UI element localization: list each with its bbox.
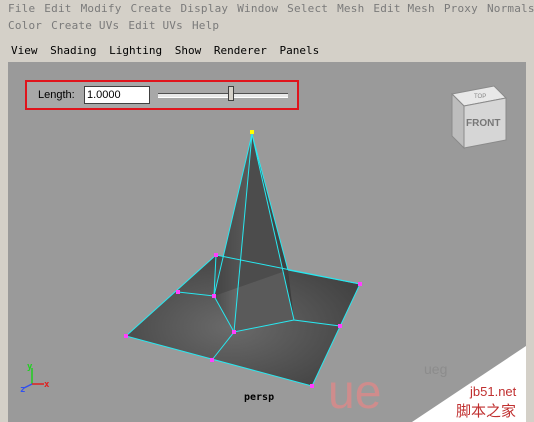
axis-x-label: x [44, 380, 50, 390]
menu-color[interactable]: Color [8, 19, 42, 32]
length-input[interactable]: 1.0000 [84, 86, 150, 104]
axis-y-label: y [27, 362, 33, 372]
length-slider-track[interactable] [158, 93, 288, 98]
menu-display[interactable]: Display [180, 2, 228, 15]
watermark-corner: jb51.net 脚本之家 [412, 346, 526, 422]
viewcube-front-label: FRONT [466, 118, 500, 129]
menu-normals[interactable]: Normals [487, 2, 534, 15]
menu-edit[interactable]: Edit [44, 2, 71, 15]
menu-mesh[interactable]: Mesh [337, 2, 364, 15]
axis-z-label: z [20, 385, 25, 395]
panel-menu-view[interactable]: View [11, 44, 38, 57]
menu-file[interactable]: File [8, 2, 35, 15]
menu-create-uvs[interactable]: Create UVs [51, 19, 119, 32]
length-slider-thumb[interactable] [227, 86, 234, 101]
axis-gizmo: y x z [20, 362, 50, 395]
view-cube[interactable]: TOP FRONT [450, 85, 508, 150]
menu-row-2: Color Create UVs Edit UVs Help [8, 19, 228, 32]
main-menubar: File Edit Modify Create Display Window S… [0, 0, 534, 36]
menu-window[interactable]: Window [237, 2, 278, 15]
panel-menu-row: View Shading Lighting Show Renderer Pane… [11, 44, 325, 57]
menu-edit-uvs[interactable]: Edit UVs [128, 19, 183, 32]
camera-name-label: persp [244, 392, 275, 403]
panel-menu-lighting[interactable]: Lighting [109, 44, 162, 57]
panel-menu-renderer[interactable]: Renderer [214, 44, 267, 57]
length-tool-panel: Length: 1.0000 [25, 80, 299, 110]
menu-row-1: File Edit Modify Create Display Window S… [8, 2, 534, 15]
scene-canvas[interactable]: TOP FRONT y x z ue ueg jb51.net 脚本之家 [8, 62, 526, 422]
menu-select[interactable]: Select [287, 2, 328, 15]
persp-viewport[interactable]: TOP FRONT y x z ue ueg jb51.net 脚本之家 Len… [8, 62, 526, 422]
watermark-logo-mark: ue [328, 366, 381, 419]
watermark-site: jb51.net [469, 384, 517, 399]
mesh-plane[interactable] [124, 130, 362, 388]
watermark-name: 脚本之家 [456, 402, 516, 420]
menu-modify[interactable]: Modify [81, 2, 122, 15]
length-label: Length: [38, 89, 75, 101]
panel-menu-panels[interactable]: Panels [279, 44, 319, 57]
watermark-logo: ue ueg [328, 361, 447, 419]
viewcube-top-label: TOP [474, 94, 486, 100]
watermark-logo-text: ueg [424, 361, 447, 377]
menu-help[interactable]: Help [192, 19, 219, 32]
menu-create[interactable]: Create [131, 2, 172, 15]
menu-edit-mesh[interactable]: Edit Mesh [373, 2, 434, 15]
menu-proxy[interactable]: Proxy [444, 2, 478, 15]
panel-menu-shading[interactable]: Shading [50, 44, 96, 57]
panel-menubar: View Shading Lighting Show Renderer Pane… [0, 42, 534, 60]
panel-menu-show[interactable]: Show [175, 44, 202, 57]
